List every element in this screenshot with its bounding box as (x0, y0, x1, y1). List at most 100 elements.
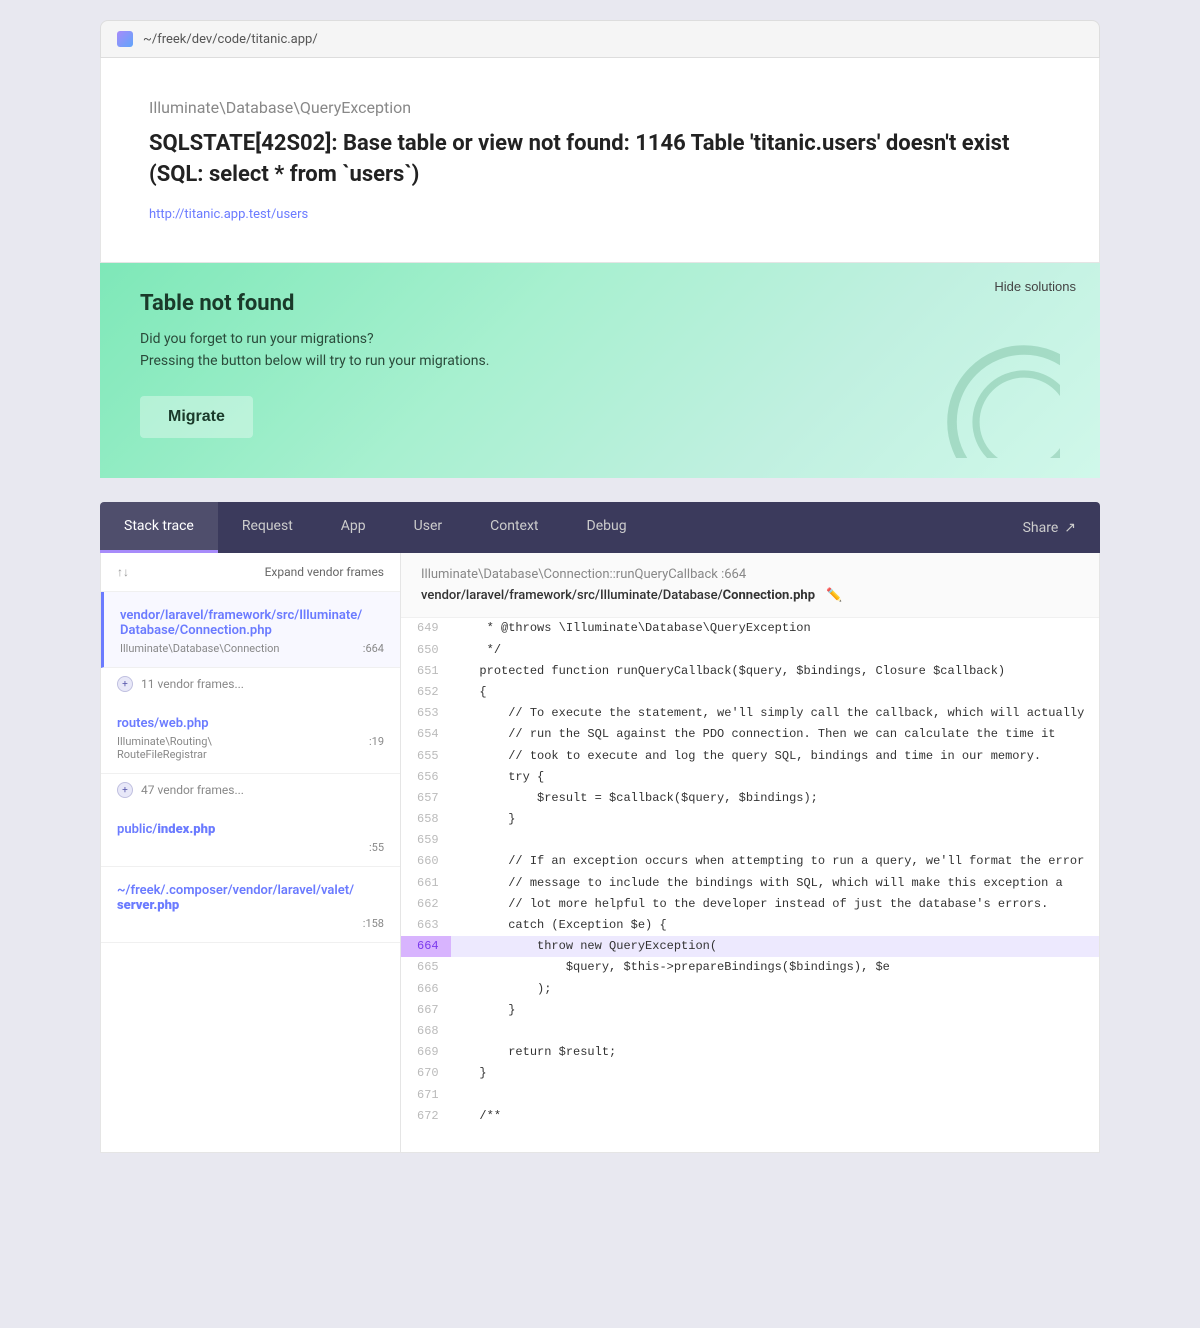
code-line-656: 656 try { (401, 767, 1099, 788)
exception-url: http://titanic.app.test/users (149, 207, 1051, 222)
edit-icon[interactable]: ✏️ (826, 588, 842, 603)
expand-vendor-label[interactable]: Expand vendor frames (265, 565, 384, 579)
line-number: 652 (401, 682, 451, 703)
line-code: // To execute the statement, we'll simpl… (451, 703, 1099, 724)
tab-app[interactable]: App (317, 502, 390, 553)
vendor-frames-label-2: 47 vendor frames... (141, 783, 244, 797)
line-number: 671 (401, 1085, 451, 1106)
line-code: return $result; (451, 1042, 1099, 1063)
line-code: } (451, 1000, 1099, 1021)
hide-solutions-button[interactable]: Hide solutions (994, 279, 1076, 294)
line-number: 659 (401, 830, 451, 851)
code-file-path: vendor/laravel/framework/src/Illuminate/… (421, 588, 1079, 603)
frame-file-1: ~/freek/.composer/vendor/laravel/valet/s… (101, 877, 400, 915)
line-code: $result = $callback($query, $bindings); (451, 788, 1099, 809)
tabs-bar: Stack trace Request App User Context Deb… (100, 502, 1100, 553)
line-code: // message to include the bindings with … (451, 873, 1099, 894)
frame-item-50[interactable]: routes/web.php Illuminate\Routing\RouteF… (101, 700, 400, 774)
code-line-669: 669 return $result; (401, 1042, 1099, 1063)
line-number: 670 (401, 1063, 451, 1084)
tab-user[interactable]: User (390, 502, 466, 553)
line-code: } (451, 809, 1099, 830)
frame-item-1[interactable]: ~/freek/.composer/vendor/laravel/valet/s… (101, 867, 400, 943)
code-table: 649 * @throws \Illuminate\Database\Query… (401, 618, 1099, 1127)
line-code: throw new QueryException( (451, 936, 1099, 957)
tab-stack-trace[interactable]: Stack trace (100, 502, 218, 553)
line-code: { (451, 682, 1099, 703)
app-icon (117, 31, 133, 47)
line-number: 649 (401, 618, 451, 639)
code-line-664: 664 throw new QueryException( (401, 936, 1099, 957)
line-number: 651 (401, 661, 451, 682)
frame-item-62[interactable]: vendor/laravel/framework/src/Illuminate/… (101, 592, 400, 668)
code-line-660: 660 // If an exception occurs when attem… (401, 851, 1099, 872)
vendor-frames-group-1[interactable]: + 11 vendor frames... (101, 668, 400, 700)
tab-debug[interactable]: Debug (563, 502, 651, 553)
exception-class: Illuminate\Database\QueryException (149, 98, 1051, 117)
line-code: /** (451, 1106, 1099, 1127)
line-number: 664 (401, 936, 451, 957)
line-number: 661 (401, 873, 451, 894)
share-button[interactable]: Share ↗ (999, 502, 1100, 553)
line-code (451, 1021, 1099, 1042)
code-line-659: 659 (401, 830, 1099, 851)
line-code: // lot more helpful to the developer ins… (451, 894, 1099, 915)
line-number: 672 (401, 1106, 451, 1127)
migrate-button[interactable]: Migrate (140, 396, 253, 438)
code-line-652: 652 { (401, 682, 1099, 703)
vendor-frames-group-2[interactable]: + 47 vendor frames... (101, 774, 400, 806)
frame-class-62: Illuminate\Database\Connection :664 (104, 640, 400, 657)
line-number: 657 (401, 788, 451, 809)
line-code: // run the SQL against the PDO connectio… (451, 724, 1099, 745)
sort-icons[interactable]: ↑↓ (117, 565, 129, 579)
code-line-650: 650 */ (401, 640, 1099, 661)
line-code: * @throws \Illuminate\Database\QueryExce… (451, 618, 1099, 639)
frame-file-62: vendor/laravel/framework/src/Illuminate/… (104, 602, 400, 640)
line-number: 662 (401, 894, 451, 915)
line-code: try { (451, 767, 1099, 788)
frame-file-2: public/index.php (101, 816, 400, 839)
code-line-666: 666 ); (401, 979, 1099, 1000)
code-line-665: 665 $query, $this->prepareBindings($bind… (401, 957, 1099, 978)
vendor-toggle-icon-2: + (117, 782, 133, 798)
line-code: protected function runQueryCallback($que… (451, 661, 1099, 682)
line-code: // took to execute and log the query SQL… (451, 746, 1099, 767)
line-code: $query, $this->prepareBindings($bindings… (451, 957, 1099, 978)
line-number: 669 (401, 1042, 451, 1063)
code-line-662: 662 // lot more helpful to the developer… (401, 894, 1099, 915)
browser-bar: ~/freek/dev/code/titanic.app/ (100, 20, 1100, 58)
frame-class-50: Illuminate\Routing\RouteFileRegistrar :1… (101, 733, 400, 763)
code-view: Illuminate\Database\Connection::runQuery… (401, 553, 1099, 1152)
line-number: 667 (401, 1000, 451, 1021)
line-code: */ (451, 640, 1099, 661)
code-line-668: 668 (401, 1021, 1099, 1042)
line-number: 654 (401, 724, 451, 745)
code-line-670: 670 } (401, 1063, 1099, 1084)
frame-item-2[interactable]: public/index.php :55 (101, 806, 400, 867)
line-code (451, 830, 1099, 851)
line-number: 655 (401, 746, 451, 767)
code-line-672: 672 /** (401, 1106, 1099, 1127)
solutions-line2: Pressing the button below will try to ru… (140, 353, 489, 369)
solutions-panel: Hide solutions Table not found Did you f… (100, 263, 1100, 479)
code-line-661: 661 // message to include the bindings w… (401, 873, 1099, 894)
code-line-654: 654 // run the SQL against the PDO conne… (401, 724, 1099, 745)
tab-request[interactable]: Request (218, 502, 317, 553)
line-number: 653 (401, 703, 451, 724)
browser-url: ~/freek/dev/code/titanic.app/ (143, 32, 318, 47)
error-panel: Illuminate\Database\QueryException SQLST… (100, 58, 1100, 263)
vendor-toggle-icon-1: + (117, 676, 133, 692)
file-path-dir: vendor/laravel/framework/src/Illuminate/… (421, 588, 723, 603)
code-line-663: 663 catch (Exception $e) { (401, 915, 1099, 936)
line-code: catch (Exception $e) { (451, 915, 1099, 936)
frame-class-2: :55 (101, 839, 400, 856)
code-line-651: 651 protected function runQueryCallback(… (401, 661, 1099, 682)
line-number: 658 (401, 809, 451, 830)
line-number: 656 (401, 767, 451, 788)
stack-trace-area: ↑↓ Expand vendor frames vendor/laravel/f… (100, 553, 1100, 1153)
active-line: :664 (721, 567, 746, 582)
frame-list: ↑↓ Expand vendor frames vendor/laravel/f… (101, 553, 401, 1152)
line-code: } (451, 1063, 1099, 1084)
tab-context[interactable]: Context (466, 502, 562, 553)
line-number: 666 (401, 979, 451, 1000)
